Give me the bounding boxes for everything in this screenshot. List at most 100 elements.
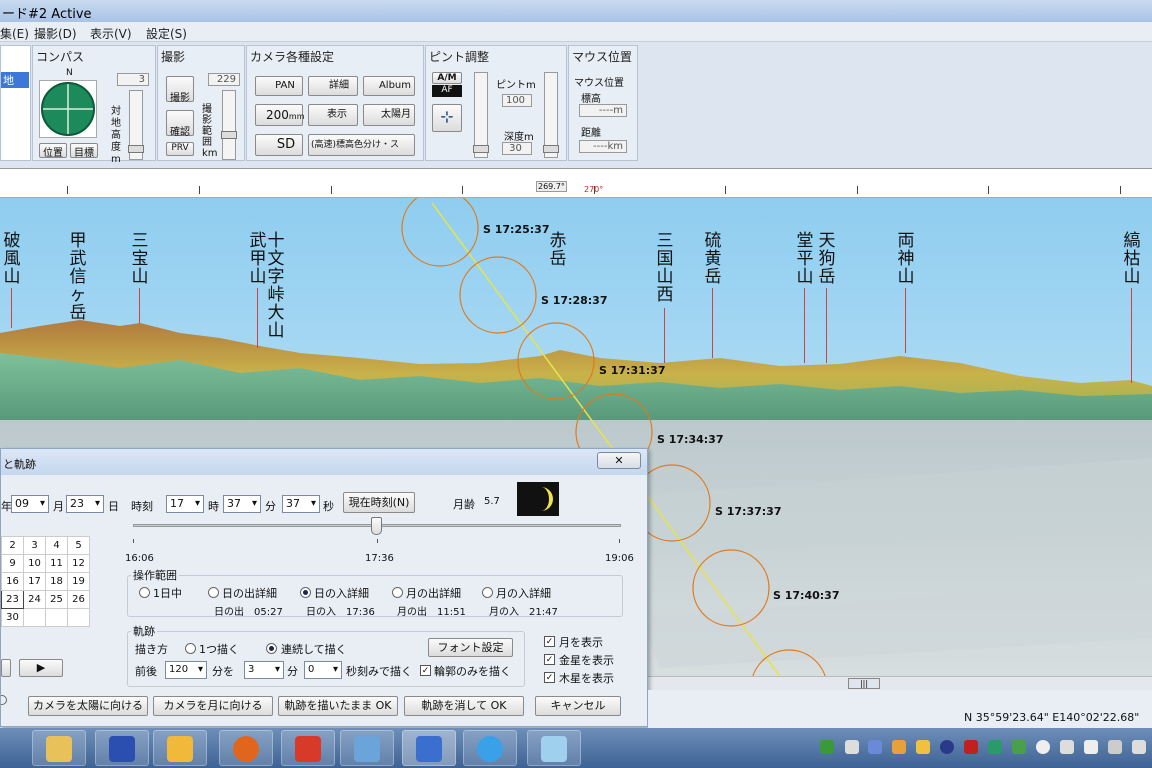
clear-track-ok-button[interactable]: 軌跡を消して OK xyxy=(404,696,524,716)
calendar-day[interactable]: 11 xyxy=(45,554,68,573)
volume-icon[interactable] xyxy=(1084,740,1098,754)
day-select[interactable]: 23 xyxy=(66,495,104,513)
peak-label[interactable]: 三宝山 xyxy=(130,232,150,286)
pan-button[interactable]: PAN xyxy=(255,76,303,96)
time-slider-thumb[interactable] xyxy=(371,517,382,535)
confirm-button[interactable]: 確認 xyxy=(166,110,194,138)
cancel-button[interactable]: キャンセル xyxy=(535,696,621,716)
shoot-range-field[interactable]: 229 xyxy=(208,73,240,86)
focus-slider-thumb[interactable] xyxy=(473,145,489,153)
range-moonrise-radio[interactable] xyxy=(392,587,403,598)
month-select[interactable]: 09 xyxy=(11,495,49,513)
keep-track-ok-button[interactable]: 軌跡を描いたまま OK xyxy=(278,696,398,716)
calendar-day[interactable]: 3 xyxy=(23,536,46,555)
preview-button[interactable]: PRV xyxy=(166,142,194,156)
calendar-day[interactable]: 19 xyxy=(67,572,90,591)
show-venus-checkbox[interactable]: ✓ xyxy=(544,654,555,665)
compass-target-button[interactable]: 目標 xyxy=(70,143,98,159)
peak-label[interactable]: 両神山 xyxy=(896,232,916,286)
taskbar-g-button[interactable] xyxy=(281,730,335,766)
span-stepper[interactable]: 120 xyxy=(165,661,207,679)
compass-dial[interactable] xyxy=(39,80,97,138)
tray-icon[interactable] xyxy=(868,740,882,754)
calendar-grid[interactable]: 2345 9 10 11 12 16 17 18 19 23 24 25 26 30 xyxy=(1,536,90,627)
point-camera-moon-button[interactable]: カメラを月に向ける xyxy=(153,696,273,716)
tray-icon[interactable] xyxy=(1108,740,1122,754)
calendar-day[interactable]: 12 xyxy=(67,554,90,573)
calendar-day-selected[interactable]: 23 xyxy=(1,590,24,609)
calendar-day[interactable]: 2 xyxy=(1,536,24,555)
peak-label[interactable]: 破風山 xyxy=(2,232,22,286)
shoot-button[interactable]: 撮影 xyxy=(166,76,194,104)
horizontal-scrollbar[interactable]: ||| xyxy=(648,676,1152,690)
compass-position-button[interactable]: 位置 xyxy=(39,143,67,159)
show-jupiter-checkbox[interactable]: ✓ xyxy=(544,672,555,683)
render-mode-button[interactable]: (高速)標高色分け・ス xyxy=(308,134,415,156)
shoot-range-slider[interactable] xyxy=(221,90,237,160)
tray-icon[interactable] xyxy=(916,740,930,754)
peak-label[interactable]: 十文字峠大山 xyxy=(266,232,286,340)
now-button[interactable]: 現在時刻(N) xyxy=(343,492,415,513)
menu-shoot[interactable]: 撮影(D) xyxy=(34,25,77,42)
peak-label[interactable]: 硫黄岳 xyxy=(703,232,723,286)
taskbar-firefox-button[interactable] xyxy=(219,730,273,766)
focus-adjust-icon[interactable]: ⊹ xyxy=(432,104,462,132)
calendar-day[interactable]: 30 xyxy=(1,608,24,627)
focal-length-button[interactable]: 200mm xyxy=(255,104,305,126)
pdf-icon[interactable] xyxy=(964,740,978,754)
dialog-close-icon[interactable]: ✕ xyxy=(597,452,641,469)
detail-button[interactable]: 詳細 xyxy=(308,76,358,96)
peak-label[interactable]: 三国山西 xyxy=(655,232,675,304)
am-button[interactable]: A/M xyxy=(432,72,462,84)
outline-only-checkbox[interactable]: ✓ xyxy=(420,665,431,676)
peak-label[interactable]: 武甲山 xyxy=(248,232,268,286)
tray-icon[interactable] xyxy=(940,740,954,754)
ground-height-slider-thumb[interactable] xyxy=(128,145,144,153)
scrollbar-thumb[interactable]: ||| xyxy=(848,678,880,689)
taskbar-ie-button[interactable] xyxy=(463,730,517,766)
range-moonset-radio[interactable] xyxy=(482,587,493,598)
bearing-ruler[interactable]: 269.7° 270° xyxy=(0,168,1152,198)
hour-select[interactable]: 17 xyxy=(166,495,204,513)
focus-value-field[interactable]: 100 xyxy=(502,94,532,107)
taskbar-explorer-button[interactable] xyxy=(32,730,86,766)
calendar-day[interactable]: 10 xyxy=(23,554,46,573)
focus-slider[interactable] xyxy=(473,72,489,158)
peak-label[interactable]: 赤岳 xyxy=(548,232,568,268)
calendar-day[interactable]: 18 xyxy=(45,572,68,591)
font-settings-button[interactable]: フォント設定 xyxy=(428,638,513,657)
album-button[interactable]: Album xyxy=(363,76,415,96)
menu-edit[interactable]: 集(E) xyxy=(0,25,29,42)
display-button[interactable]: 表示 xyxy=(308,104,358,126)
tray-icon[interactable] xyxy=(988,740,1002,754)
prev-button[interactable] xyxy=(1,659,11,677)
range-sunrise-radio[interactable] xyxy=(208,587,219,598)
menu-settings[interactable]: 設定(S) xyxy=(146,25,187,42)
play-icon[interactable]: ▶ xyxy=(19,659,63,677)
ground-height-field[interactable]: 3 xyxy=(117,73,149,86)
calendar-day[interactable]: 25 xyxy=(45,590,68,609)
draw-once-radio[interactable] xyxy=(185,643,196,654)
sun-moon-button[interactable]: 太陽月 xyxy=(363,104,415,126)
taskbar-window-button[interactable] xyxy=(527,730,581,766)
help-icon[interactable] xyxy=(1,695,7,705)
range-all-day-radio[interactable] xyxy=(139,587,150,598)
calendar-day[interactable]: 26 xyxy=(67,590,90,609)
tray-icon[interactable] xyxy=(845,740,859,754)
taskbar-k3d-button[interactable] xyxy=(402,730,456,766)
sd-button[interactable]: SD xyxy=(255,134,303,156)
depth-slider[interactable] xyxy=(543,72,559,158)
show-moon-checkbox[interactable]: ✓ xyxy=(544,636,555,647)
tray-icon[interactable] xyxy=(820,740,834,754)
calendar-day[interactable]: 16 xyxy=(1,572,24,591)
calendar-day[interactable]: 24 xyxy=(23,590,46,609)
calendar-day[interactable]: 17 xyxy=(23,572,46,591)
menu-view[interactable]: 表示(V) xyxy=(90,25,132,42)
depth-value-field[interactable]: 30 xyxy=(502,142,532,155)
ground-height-slider[interactable] xyxy=(128,90,144,160)
shoot-range-slider-thumb[interactable] xyxy=(221,131,237,139)
peak-label[interactable]: 天狗岳 xyxy=(817,232,837,286)
step-minute-stepper[interactable]: 3 xyxy=(244,661,284,679)
calendar-day[interactable]: 9 xyxy=(1,554,24,573)
minute-select[interactable]: 37 xyxy=(223,495,261,513)
